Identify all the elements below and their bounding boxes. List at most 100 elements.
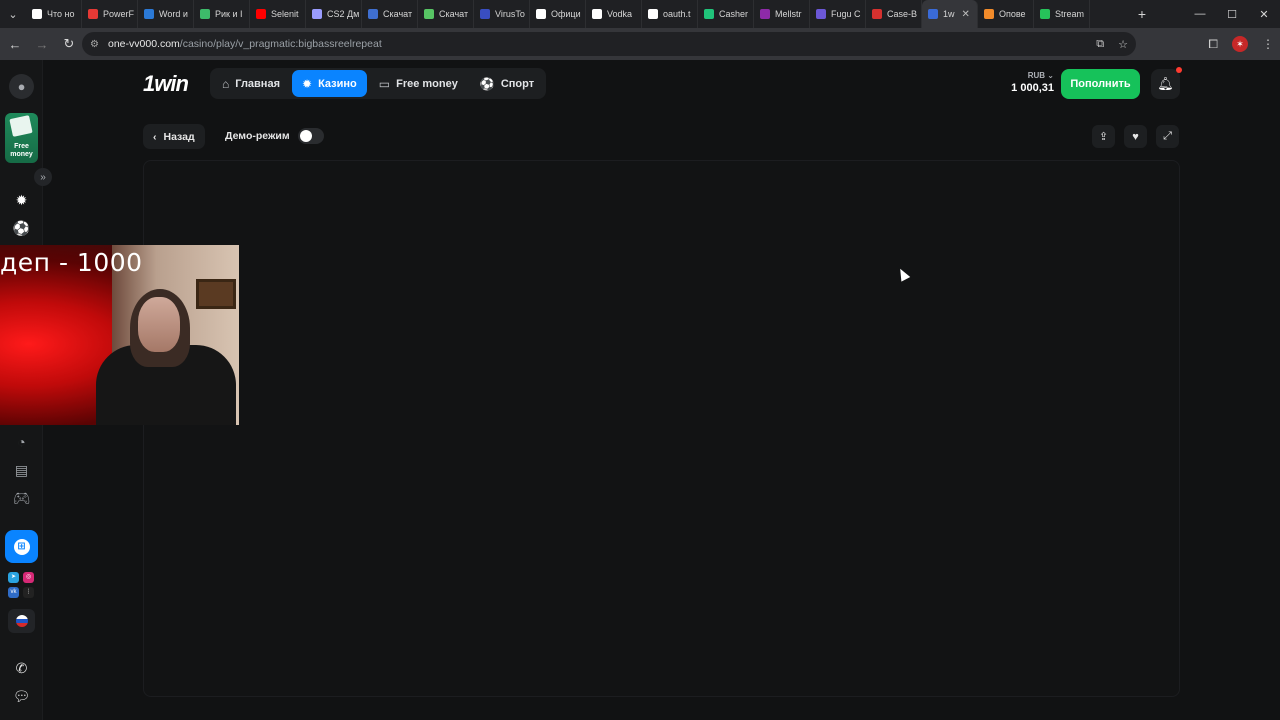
- expand-sidebar-icon[interactable]: »: [34, 168, 52, 186]
- nav-item-money[interactable]: ▭ Free money: [369, 70, 468, 97]
- currency-selector[interactable]: RUB ⌄: [1010, 71, 1054, 80]
- tab-favicon-icon: [816, 9, 826, 19]
- tab-search-button[interactable]: ⌄: [0, 0, 26, 28]
- reload-button[interactable]: ↻: [57, 32, 81, 56]
- browser-tab[interactable]: Fugu C: [810, 0, 866, 28]
- tab-favicon-icon: [536, 9, 546, 19]
- wall-picture: [196, 279, 236, 309]
- tab-strip: Что но PowerF Word и Рик и I Selenit CS2 Дм Ск…: [26, 0, 1130, 28]
- browser-tab[interactable]: Рик и I: [194, 0, 250, 28]
- browser-tab[interactable]: Скачат: [362, 0, 418, 28]
- browser-tab[interactable]: Опове: [978, 0, 1034, 28]
- more-social-icon[interactable]: ⋮: [23, 587, 34, 598]
- back-button[interactable]: ‹ Назад: [143, 124, 205, 149]
- instagram-icon[interactable]: ◎: [23, 572, 34, 583]
- browser-tab[interactable]: Офици: [530, 0, 586, 28]
- bookmark-star-icon[interactable]: ☆: [1118, 38, 1128, 51]
- browser-tab[interactable]: Mellstr: [754, 0, 810, 28]
- tab-favicon-icon: [984, 9, 994, 19]
- browser-tab[interactable]: Vodka: [586, 0, 642, 28]
- windows-icon: ⊞: [13, 538, 30, 555]
- demo-mode: Демо-режим: [225, 128, 324, 144]
- notifications-bell-icon[interactable]: 🔔︎: [1151, 69, 1180, 99]
- tab-title: Mellstr: [775, 9, 802, 19]
- cast-icon[interactable]: ⧉: [1096, 38, 1104, 51]
- sport-nav-icon[interactable]: ⚽: [8, 216, 35, 240]
- cards-nav-icon[interactable]: ▤: [8, 458, 35, 482]
- site-info-icon[interactable]: ⚙: [90, 39, 104, 50]
- browser-tab[interactable]: Case-B: [866, 0, 922, 28]
- browser-tab[interactable]: Word и: [138, 0, 194, 28]
- deposit-button[interactable]: Пополнить: [1061, 69, 1140, 99]
- browser-tab[interactable]: Скачат: [418, 0, 474, 28]
- profile-extension-icon[interactable]: ✶: [1232, 36, 1248, 52]
- tab-favicon-icon: [1040, 9, 1050, 19]
- game-frame[interactable]: [143, 160, 1180, 697]
- fullscreen-icon[interactable]: ⤢: [1156, 125, 1179, 148]
- close-tab-icon[interactable]: ✕: [962, 9, 970, 20]
- browser-tab[interactable]: Casher: [698, 0, 754, 28]
- telegram-icon[interactable]: ➤: [8, 572, 19, 583]
- tab-title: Опове: [999, 9, 1026, 19]
- tab-favicon-icon: [88, 9, 98, 19]
- nav-item-casino[interactable]: ✹ Казино: [292, 70, 367, 97]
- tab-favicon-icon: [424, 9, 434, 19]
- browser-toolbar: ← → ↻ ⚙ one-vv000.com /casino/play/v_pra…: [0, 28, 1280, 60]
- free-money-label: Free money: [10, 143, 33, 158]
- share-icon[interactable]: ⇪: [1092, 125, 1115, 148]
- browser-menu-icon[interactable]: ⋮: [1262, 37, 1274, 51]
- back-label: Назад: [163, 130, 195, 143]
- main-navigation: ⌂ Главная ✹ Казино ▭ Free money ⚽ Спорт: [210, 68, 547, 99]
- maximize-button[interactable]: ☐: [1216, 8, 1248, 21]
- new-tab-button[interactable]: +: [1130, 6, 1154, 22]
- app-download-button[interactable]: ⊞: [5, 530, 38, 563]
- browser-tab[interactable]: PowerF: [82, 0, 138, 28]
- browser-tab[interactable]: Stream: [1034, 0, 1090, 28]
- casino-nav-icon[interactable]: ✹: [8, 188, 35, 212]
- window-controls: — ☐ ✕: [1184, 8, 1280, 21]
- language-selector[interactable]: [8, 609, 35, 633]
- browser-tab[interactable]: 1w ✕: [922, 0, 978, 28]
- browser-tab[interactable]: VirusTo: [474, 0, 530, 28]
- forward-nav-button[interactable]: →: [30, 32, 54, 56]
- browser-tab[interactable]: Selenit: [250, 0, 306, 28]
- demo-mode-toggle[interactable]: [297, 128, 324, 144]
- tab-title: Fugu C: [831, 9, 861, 19]
- close-window-button[interactable]: ✕: [1248, 8, 1280, 21]
- notification-dot: [1176, 67, 1182, 73]
- extensions-icon[interactable]: ⧠: [1208, 37, 1218, 52]
- chat-icon[interactable]: 💬︎: [8, 684, 35, 708]
- tab-title: Word и: [159, 9, 188, 19]
- gamepad-icon[interactable]: 🎮︎: [8, 486, 35, 510]
- stats-nav-icon[interactable]: ◔: [8, 430, 35, 454]
- favorite-heart-icon[interactable]: ♥: [1124, 125, 1147, 148]
- browser-tab[interactable]: Что но: [26, 0, 82, 28]
- tab-title: Офици: [551, 9, 581, 19]
- balance-widget[interactable]: RUB ⌄ 1 000,31: [1010, 71, 1054, 94]
- tab-title: PowerF: [103, 9, 135, 19]
- russia-flag-icon: [15, 615, 28, 627]
- tab-favicon-icon: [872, 9, 882, 19]
- back-nav-button[interactable]: ←: [3, 32, 27, 56]
- free-money-promo[interactable]: Free money: [5, 113, 38, 163]
- phone-icon[interactable]: ✆: [8, 656, 35, 680]
- tab-title: Скачат: [439, 9, 469, 19]
- nav-item-home[interactable]: ⌂ Главная: [212, 70, 290, 97]
- balance-amount: 1 000,31: [1011, 82, 1054, 94]
- sport-icon: ⚽: [479, 76, 495, 91]
- address-bar[interactable]: ⚙ one-vv000.com /casino/play/v_pragmatic…: [82, 32, 1136, 56]
- tab-title: Selenit: [271, 9, 299, 19]
- profile-avatar-icon[interactable]: ●: [9, 74, 34, 99]
- minimize-button[interactable]: —: [1184, 8, 1216, 20]
- nav-item-sport[interactable]: ⚽ Спорт: [470, 70, 544, 97]
- browser-tab[interactable]: oauth.t: [642, 0, 698, 28]
- money-icon: ▭: [378, 76, 391, 91]
- tab-favicon-icon: [200, 9, 210, 19]
- site-logo[interactable]: 1win: [143, 71, 189, 97]
- tab-title: Что но: [47, 9, 75, 19]
- tab-title: Case-B: [887, 9, 918, 19]
- browser-tab[interactable]: CS2 Дм: [306, 0, 362, 28]
- vk-icon[interactable]: vk: [8, 587, 19, 598]
- tab-title: Рик и I: [215, 9, 243, 19]
- social-links: ➤ ◎ vk ⋮: [8, 572, 36, 600]
